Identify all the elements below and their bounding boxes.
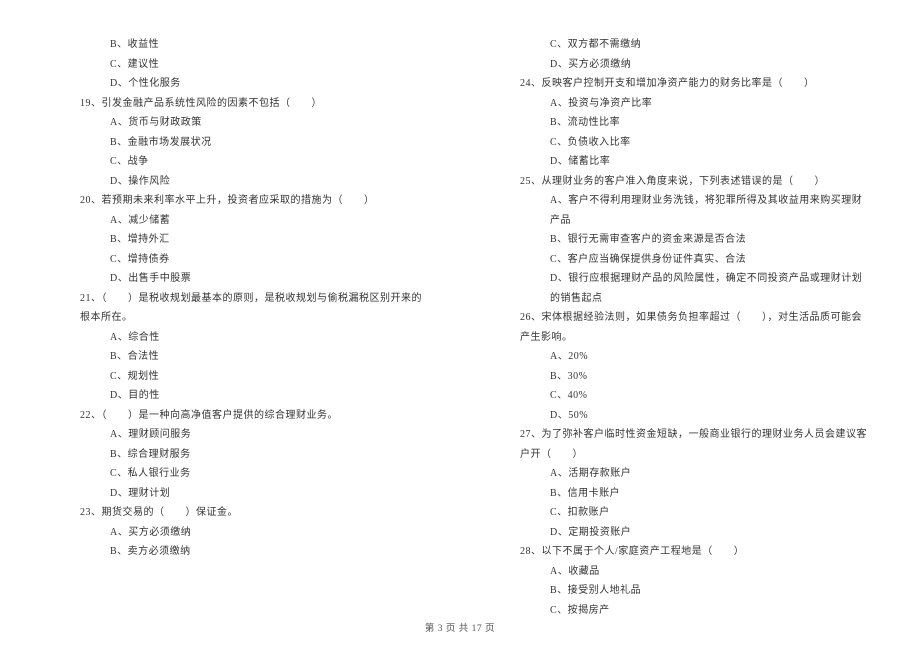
option: D、出售手中股票 — [50, 269, 430, 289]
question-22: 22、（ ）是一种向高净值客户提供的综合理财业务。 — [50, 406, 430, 426]
option: D、50% — [490, 406, 870, 426]
question-25: 25、从理财业务的客户准入角度来说，下列表述错误的是（ ） — [490, 172, 870, 192]
option: B、信用卡账户 — [490, 484, 870, 504]
exam-page: B、收益性 C、建议性 D、个性化服务 19、引发金融产品系统性风险的因素不包括… — [0, 0, 920, 650]
option: A、20% — [490, 347, 870, 367]
option: B、接受别人地礼品 — [490, 581, 870, 601]
question-21: 21、（ ）是税收规划最基本的原则，是税收规划与偷税漏税区别开来的根本所在。 — [50, 289, 430, 328]
option: A、理财顾问服务 — [50, 425, 430, 445]
option: C、40% — [490, 386, 870, 406]
option: D、买方必须缴纳 — [490, 55, 870, 75]
option: C、按揭房产 — [490, 601, 870, 621]
option: A、收藏品 — [490, 562, 870, 582]
option: C、战争 — [50, 152, 430, 172]
option: D、理财计划 — [50, 484, 430, 504]
option: C、规划性 — [50, 367, 430, 387]
option: C、客户应当确保提供身份证件真实、合法 — [490, 250, 870, 270]
option: A、货币与财政政策 — [50, 113, 430, 133]
question-23: 23、期货交易的（ ）保证金。 — [50, 503, 430, 523]
option: C、增持债券 — [50, 250, 430, 270]
option: C、双方都不需缴纳 — [490, 35, 870, 55]
option: A、减少储蓄 — [50, 211, 430, 231]
option: C、扣款账户 — [490, 503, 870, 523]
option: C、私人银行业务 — [50, 464, 430, 484]
option: C、建议性 — [50, 55, 430, 75]
option: B、综合理财服务 — [50, 445, 430, 465]
option: B、合法性 — [50, 347, 430, 367]
question-24: 24、反映客户控制开支和增加净资产能力的财务比率是（ ） — [490, 74, 870, 94]
option: B、银行无需审查客户的资金来源是否合法 — [490, 230, 870, 250]
option: C、负债收入比率 — [490, 133, 870, 153]
option: B、卖方必须缴纳 — [50, 542, 430, 562]
option: D、银行应根据理财产品的风险属性，确定不同投资产品或理财计划的销售起点 — [490, 269, 870, 308]
right-column: C、双方都不需缴纳 D、买方必须缴纳 24、反映客户控制开支和增加净资产能力的财… — [490, 35, 870, 620]
question-28: 28、以下不属于个人/家庭资产工程地是（ ） — [490, 542, 870, 562]
option: D、操作风险 — [50, 172, 430, 192]
option: A、投资与净资产比率 — [490, 94, 870, 114]
option: A、活期存款账户 — [490, 464, 870, 484]
question-19: 19、引发金融产品系统性风险的因素不包括（ ） — [50, 94, 430, 114]
question-20: 20、若预期未来利率水平上升，投资者应采取的措施为（ ） — [50, 191, 430, 211]
option: A、买方必须缴纳 — [50, 523, 430, 543]
option: A、客户不得利用理财业务洗钱，将犯罪所得及其收益用来购买理财产品 — [490, 191, 870, 230]
option: B、30% — [490, 367, 870, 387]
option: B、流动性比率 — [490, 113, 870, 133]
option: B、收益性 — [50, 35, 430, 55]
page-footer: 第 3 页 共 17 页 — [0, 620, 920, 634]
left-column: B、收益性 C、建议性 D、个性化服务 19、引发金融产品系统性风险的因素不包括… — [50, 35, 430, 620]
option: A、综合性 — [50, 328, 430, 348]
option: B、增持外汇 — [50, 230, 430, 250]
option: D、目的性 — [50, 386, 430, 406]
option: D、个性化服务 — [50, 74, 430, 94]
question-26: 26、宋体根据经验法则，如果债务负担率超过（ ），对生活品质可能会产生影响。 — [490, 308, 870, 347]
option: D、储蓄比率 — [490, 152, 870, 172]
option: D、定期投资账户 — [490, 523, 870, 543]
question-27: 27、为了弥补客户临时性资金短缺，一般商业银行的理财业务人员会建议客户开（ ） — [490, 425, 870, 464]
option: B、金融市场发展状况 — [50, 133, 430, 153]
